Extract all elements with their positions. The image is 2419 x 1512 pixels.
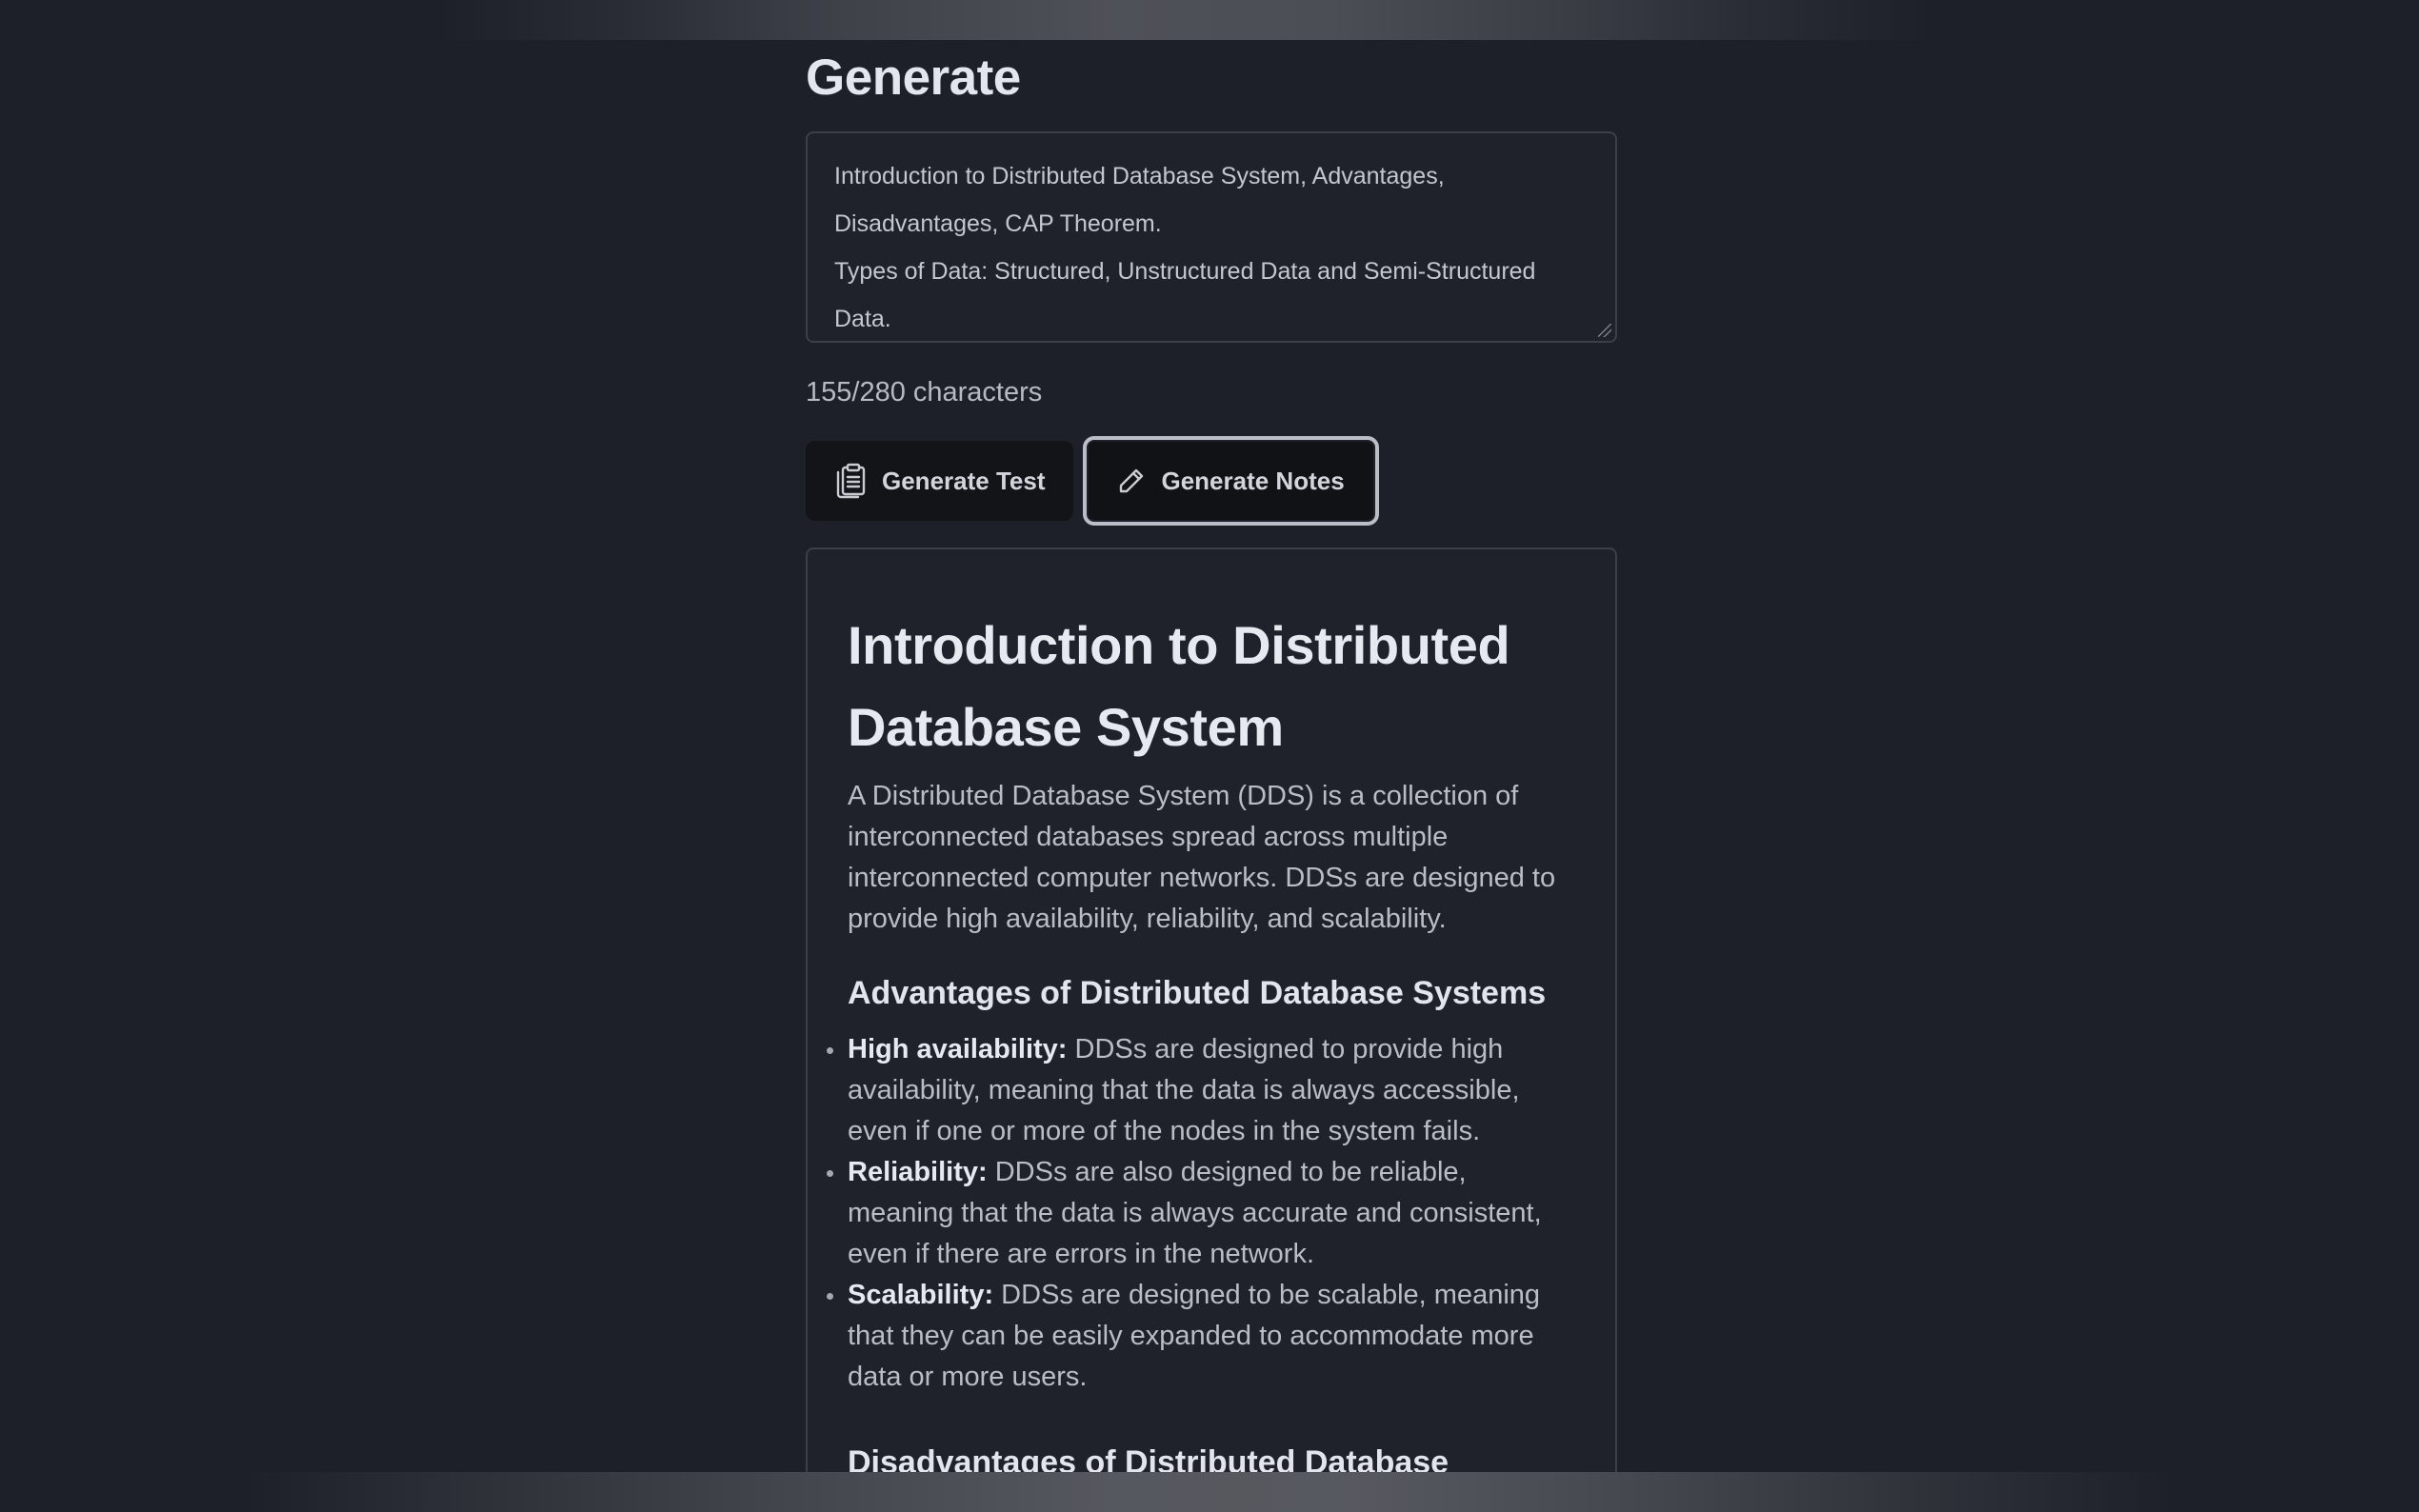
generate-notes-button[interactable]: Generate Notes [1083,436,1379,526]
list-item-term: Reliability: [848,1157,988,1187]
prompt-text[interactable]: Introduction to Distributed Database Sys… [834,152,1589,343]
top-edge-shadow [0,0,2419,40]
page-title: Generate [806,50,1021,106]
action-buttons: Generate Test Generate Notes [806,436,1619,526]
main-content: Generate Introduction to Distributed Dat… [806,40,1619,1512]
list-item-term: Scalability: [848,1280,994,1310]
list-item: Reliability: DDSs are also designed to b… [827,1152,1577,1275]
advantages-list: High availability: DDSs are designed to … [827,1029,1577,1398]
pencil-icon [1117,467,1146,495]
generate-test-label: Generate Test [882,466,1046,495]
resize-handle-icon[interactable] [1598,324,1611,337]
bottom-edge-shadow [0,1472,2419,1512]
clipboard-icon [834,463,867,499]
prompt-textarea[interactable]: Introduction to Distributed Database Sys… [806,131,1617,343]
advantages-heading: Advantages of Distributed Database Syste… [848,975,1547,1011]
generate-notes-label: Generate Notes [1161,466,1345,495]
character-counter: 155/280 characters [806,377,1043,408]
list-item: Scalability: DDSs are designed to be sca… [827,1275,1577,1398]
generate-test-button[interactable]: Generate Test [806,441,1074,521]
list-item: High availability: DDSs are designed to … [827,1029,1577,1152]
notes-intro: A Distributed Database System (DDS) is a… [848,781,1556,934]
notes-output-panel[interactable]: Introduction to Distributed Database Sys… [806,547,1617,1512]
page: Generate Introduction to Distributed Dat… [0,0,2419,1512]
notes-heading: Introduction to Distributed Database Sys… [848,615,1510,757]
list-item-term: High availability: [848,1034,1068,1064]
